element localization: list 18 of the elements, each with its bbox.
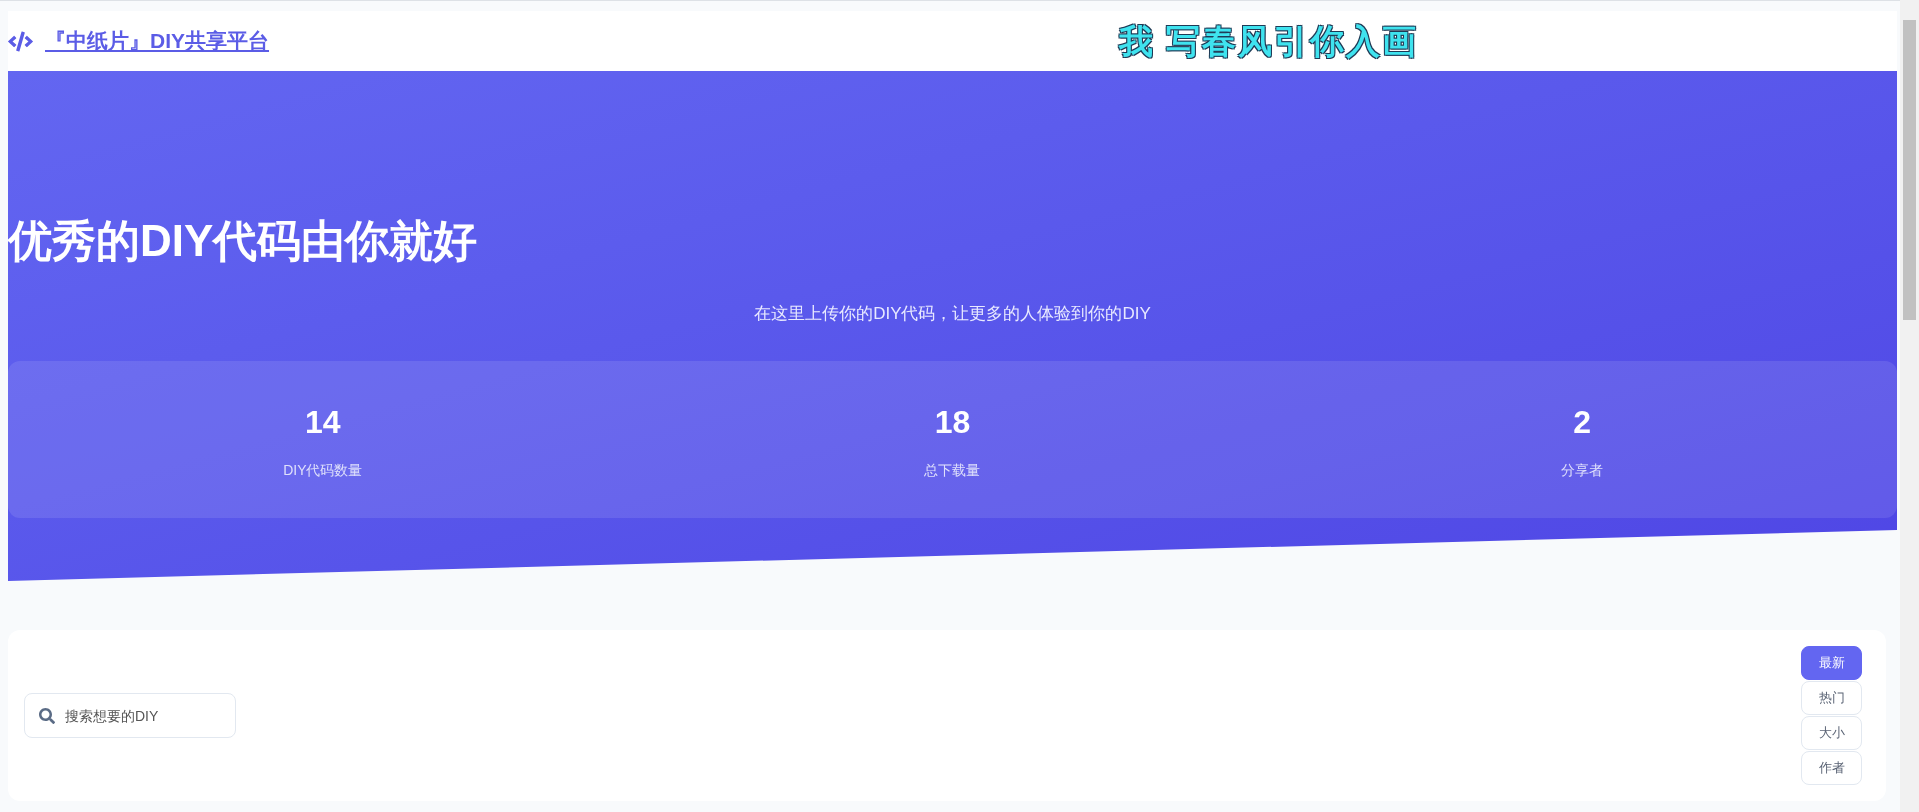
stat-label: 总下载量 (924, 460, 981, 480)
stat-label: 分享者 (1561, 460, 1604, 480)
sort-button[interactable]: 大小 (1801, 716, 1862, 750)
stat-value: 2 (1573, 402, 1592, 442)
sort-button[interactable]: 作者 (1801, 751, 1862, 785)
logo-link[interactable]: 『中纸片』DIY共享平台 (8, 25, 269, 57)
sort-button[interactable]: 热门 (1801, 681, 1862, 715)
sort-button[interactable]: 最新 (1801, 646, 1862, 680)
stat-value: 18 (934, 402, 971, 442)
stat-label: DIY代码数量 (283, 460, 363, 480)
search-icon (39, 708, 55, 724)
slogan: 我 写春风引你入画 (1119, 20, 1419, 62)
hero-subtitle: 在这里上传你的DIY代码，让更多的人体验到你的DIY (753, 303, 1152, 325)
stat-value: 14 (305, 402, 341, 442)
scrollbar-thumb[interactable] (1903, 20, 1916, 320)
search-field[interactable]: 搜索想要的DIY (24, 693, 236, 738)
hero-title: 优秀的DIY代码由你就好 (8, 215, 478, 267)
scrollbar[interactable] (1900, 0, 1919, 812)
